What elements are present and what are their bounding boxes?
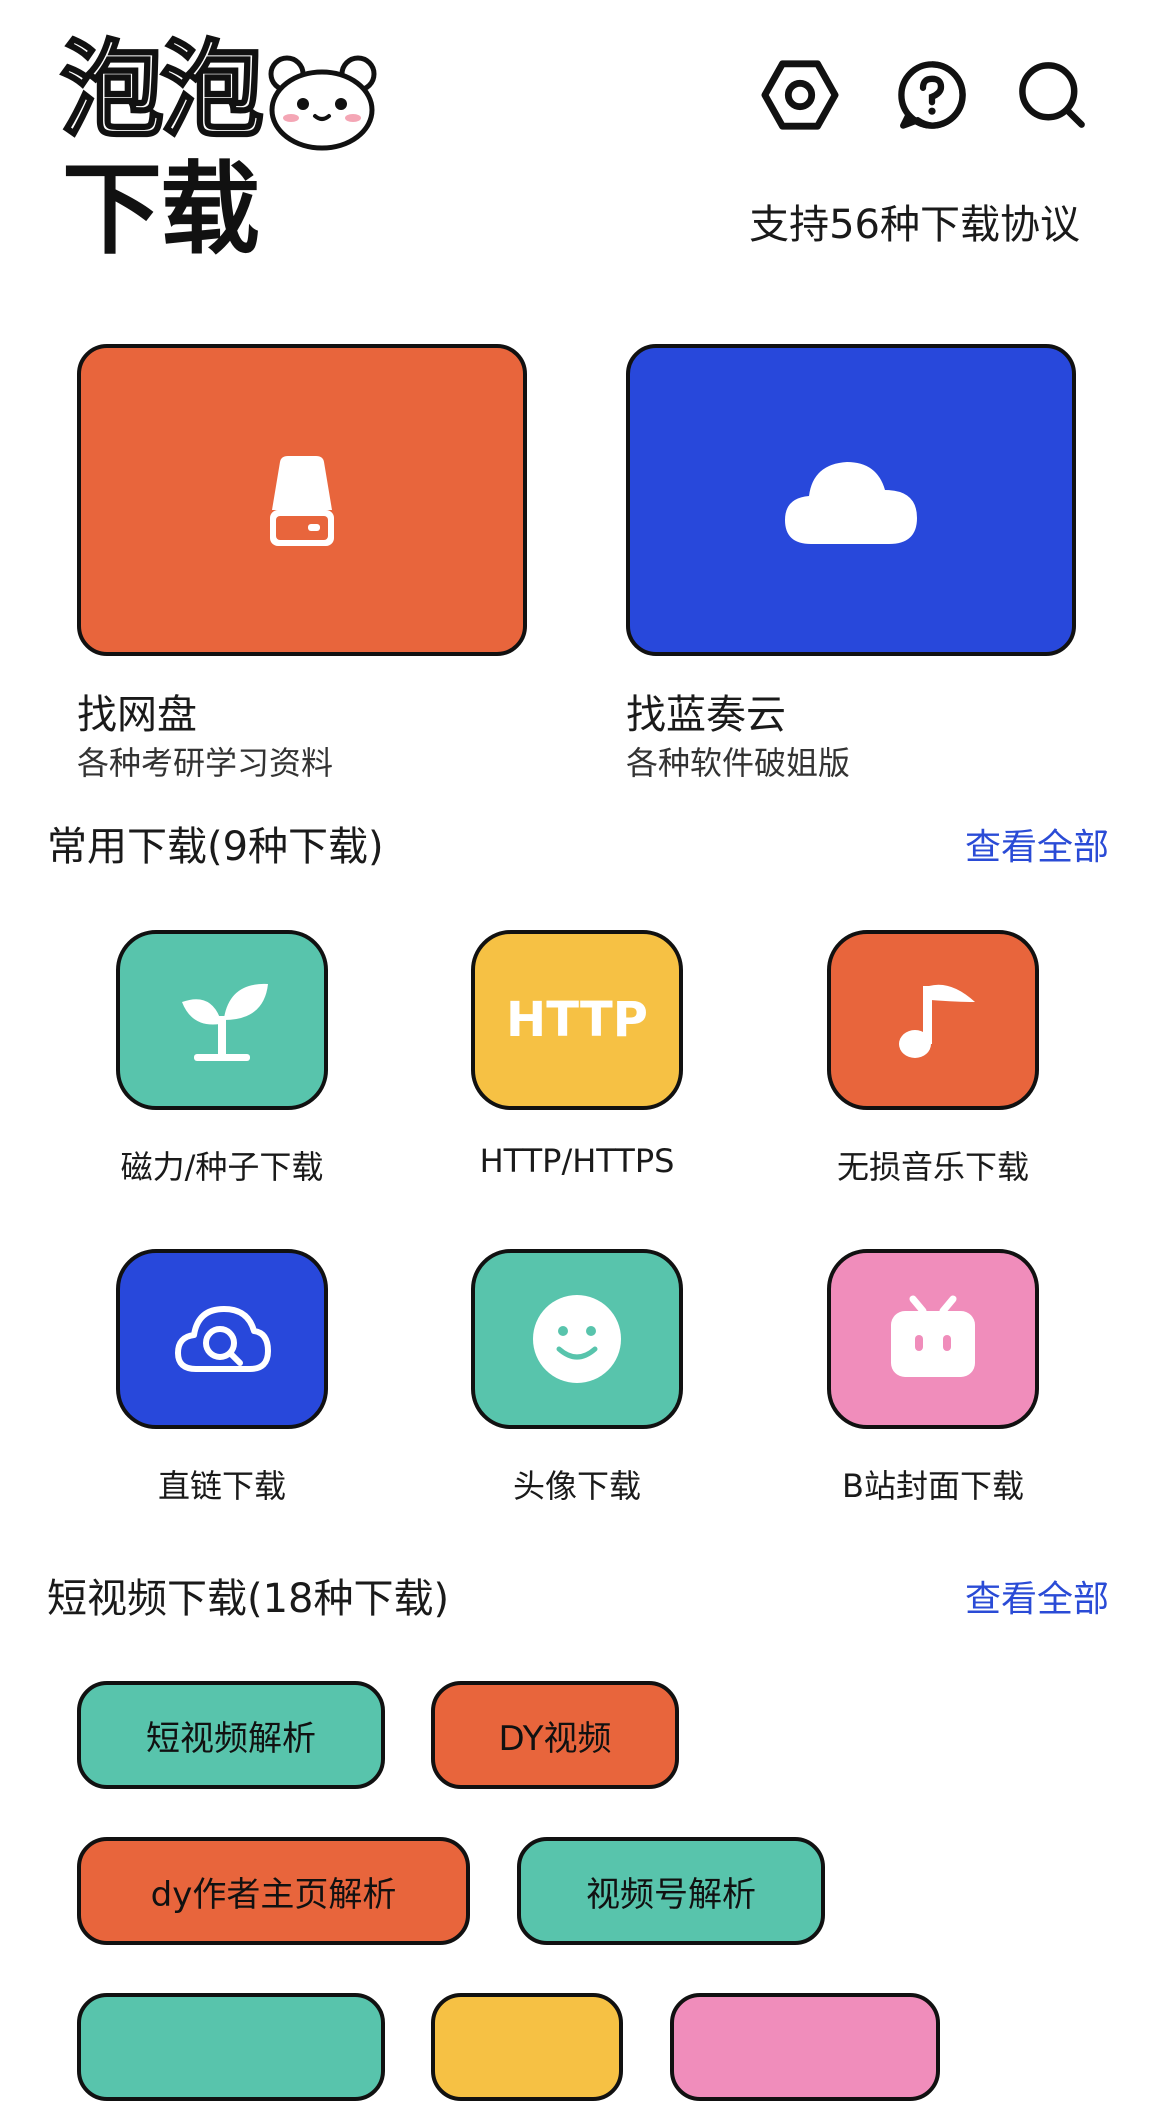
find-netdisk-card[interactable] (77, 344, 527, 656)
feature-subtitle: 各种考研学习资料 (77, 744, 334, 782)
app-title: 下载 (62, 151, 260, 268)
direct-link-tile[interactable] (116, 1249, 328, 1429)
chip-dy-author-parse[interactable]: dy作者主页解析 (77, 1837, 470, 1945)
smiley-icon (533, 1295, 621, 1383)
tile-label: 无损音乐下载 (836, 1148, 1029, 1186)
hard-drive-icon (270, 456, 334, 546)
lossless-music-tile[interactable] (827, 930, 1039, 1110)
chip-channels-parse[interactable]: 视频号解析 (517, 1837, 825, 1945)
bilibili-cover-tile[interactable] (827, 1249, 1039, 1429)
chip-dy-video[interactable]: DY视频 (431, 1681, 679, 1789)
view-all-link[interactable]: 查看全部 (965, 1570, 1109, 1622)
chip-partial[interactable] (77, 1993, 385, 2101)
help-icon[interactable] (892, 55, 972, 135)
bilibili-tv-icon (891, 1295, 975, 1377)
common-section-title: 常用下载(9种下载) (47, 824, 384, 870)
cloud-icon (785, 462, 917, 544)
chip-short-video-parse[interactable]: 短视频解析 (77, 1681, 385, 1789)
http-https-tile[interactable]: HTTP (471, 930, 683, 1110)
tile-label: 磁力/种子下载 (120, 1148, 324, 1186)
view-all-link[interactable]: 查看全部 (965, 818, 1109, 870)
feature-title: 找网盘 (77, 692, 197, 738)
avatar-download-tile[interactable] (471, 1249, 683, 1429)
http-icon: HTTP (506, 992, 648, 1048)
tile-label: B站封面下载 (842, 1467, 1024, 1505)
tile-label: 头像下载 (512, 1467, 641, 1505)
tile-label: 直链下载 (157, 1467, 286, 1505)
tile-label: HTTP/HTTPS (479, 1142, 675, 1180)
feature-subtitle: 各种软件破姐版 (626, 744, 851, 782)
chip-partial[interactable] (670, 1993, 940, 2101)
short-video-section-title: 短视频下载(18种下载) (47, 1576, 450, 1622)
settings-icon[interactable] (760, 55, 840, 135)
cloud-search-icon (175, 1306, 271, 1372)
find-lanzou-card[interactable] (626, 344, 1076, 656)
chip-partial[interactable] (431, 1993, 623, 2101)
bear-mascot-icon (268, 55, 377, 151)
music-note-icon (899, 984, 975, 1058)
magnet-torrent-tile[interactable] (116, 930, 328, 1110)
sprout-icon (182, 983, 268, 1061)
feature-title: 找蓝奏云 (626, 692, 786, 738)
app-logo-text: 泡泡 (58, 29, 265, 151)
search-icon[interactable] (1012, 55, 1092, 135)
tagline: 支持56种下载协议 (749, 202, 1080, 248)
